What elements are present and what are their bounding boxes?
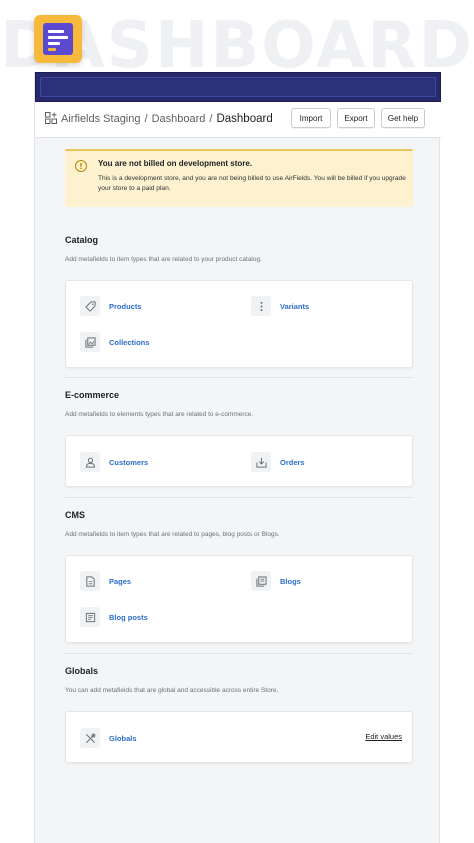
breadcrumb-dashboard[interactable]: Dashboard [152,113,206,125]
tools-icon [85,733,95,743]
top-bar-search[interactable] [40,77,436,97]
customers-item[interactable]: Customers [80,451,148,473]
collections-icon [84,336,96,348]
apps-grid-icon[interactable] [45,112,57,124]
banner-title: You are not billed on development store. [98,159,253,168]
pages-item[interactable]: Pages [80,570,131,592]
orders-icon [255,457,267,468]
top-bar [35,72,441,102]
section-divider [65,377,413,378]
globals-title: Globals [65,666,99,676]
blog-posts-label: Blog posts [109,612,148,622]
page-icon [85,575,95,587]
orders-label: Orders [280,457,305,467]
blogs-item[interactable]: Blogs [251,570,301,592]
breadcrumb-separator: / [209,113,213,125]
globals-description: You can add metafields that are global a… [65,687,279,694]
globals-label: Globals [109,733,137,743]
catalog-card: Products Variants Collections [65,280,413,368]
app-logo [34,15,82,63]
app-frame: Airfields Staging / Dashboard / Dashboar… [34,72,441,843]
section-divider [65,497,413,498]
cms-description: Add metafields to item types that are re… [65,531,280,538]
breadcrumb-store[interactable]: Airfields Staging [61,113,141,125]
ecommerce-description: Add metafields to elements types that ar… [65,411,254,418]
banner-text: This is a development store, and you are… [98,175,406,192]
export-button[interactable]: Export [337,108,375,128]
get-help-button[interactable]: Get help [381,108,425,128]
breadcrumb: Airfields Staging / Dashboard / Dashboar… [61,110,273,128]
cms-card: Pages Blogs Blog posts [65,555,413,643]
catalog-title: Catalog [65,235,99,245]
customers-label: Customers [109,457,149,467]
warning-icon: ! [75,160,87,172]
more-vertical-icon [259,301,263,311]
variants-label: Variants [280,301,310,311]
cms-title: CMS [65,510,85,520]
blog-icon [255,575,267,587]
ecommerce-title: E-commerce [65,390,120,400]
variants-item[interactable]: Variants [251,295,309,317]
tag-icon [84,300,96,312]
products-item[interactable]: Products [80,295,142,317]
catalog-description: Add metafields to item types that are re… [65,256,262,263]
pages-label: Pages [109,576,132,586]
document-icon [43,23,73,55]
collections-label: Collections [109,337,150,347]
import-button[interactable]: Import [291,108,331,128]
page-header: Airfields Staging / Dashboard / Dashboar… [35,102,441,138]
collections-item[interactable]: Collections [80,331,149,353]
ecommerce-card: Customers Orders [65,435,413,487]
blog-posts-item[interactable]: Blog posts [80,606,148,628]
orders-item[interactable]: Orders [251,451,305,473]
section-divider [65,653,413,654]
globals-item[interactable]: Globals [80,727,137,749]
blog-post-icon [85,612,95,622]
blogs-label: Blogs [280,576,301,586]
edit-values-link[interactable]: Edit values [365,732,402,741]
products-label: Products [109,301,142,311]
breadcrumb-separator: / [144,113,148,125]
page-title: Dashboard [216,113,273,125]
billing-banner: ! You are not billed on development stor… [65,149,413,207]
customer-icon [85,457,95,468]
globals-card: Globals Edit values [65,711,413,763]
